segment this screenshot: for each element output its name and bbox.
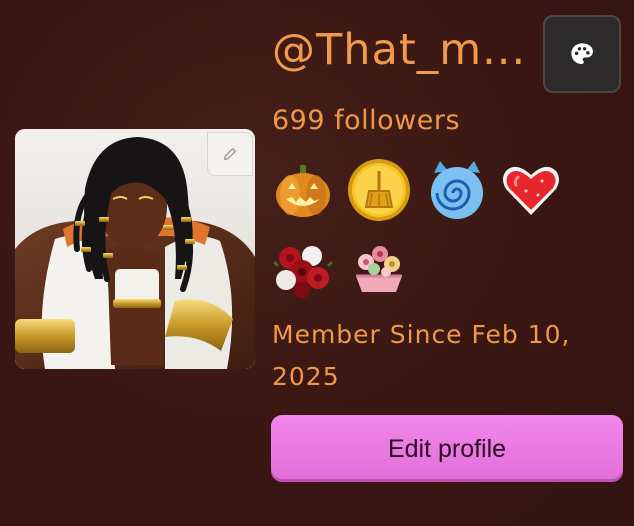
edit-profile-button[interactable]: Edit profile bbox=[271, 415, 623, 482]
blue-swirl-cat-icon[interactable] bbox=[424, 157, 490, 223]
flower-basket-icon[interactable] bbox=[346, 236, 412, 302]
jack-o-lantern-icon[interactable] bbox=[270, 157, 336, 223]
avatar-edit-button[interactable] bbox=[207, 132, 253, 176]
followers-count[interactable]: 699 followers bbox=[272, 101, 460, 141]
theme-button[interactable] bbox=[543, 15, 621, 93]
palette-icon bbox=[571, 43, 593, 64]
pencil-icon bbox=[224, 148, 236, 160]
red-rose-bouquet-icon[interactable] bbox=[270, 236, 336, 302]
gold-broom-coin-icon[interactable] bbox=[346, 157, 412, 223]
member-since: Member Since Feb 10, 2025 bbox=[272, 320, 571, 391]
username: @That_m... bbox=[272, 25, 527, 75]
sparkly-heart-icon[interactable] bbox=[498, 157, 564, 223]
